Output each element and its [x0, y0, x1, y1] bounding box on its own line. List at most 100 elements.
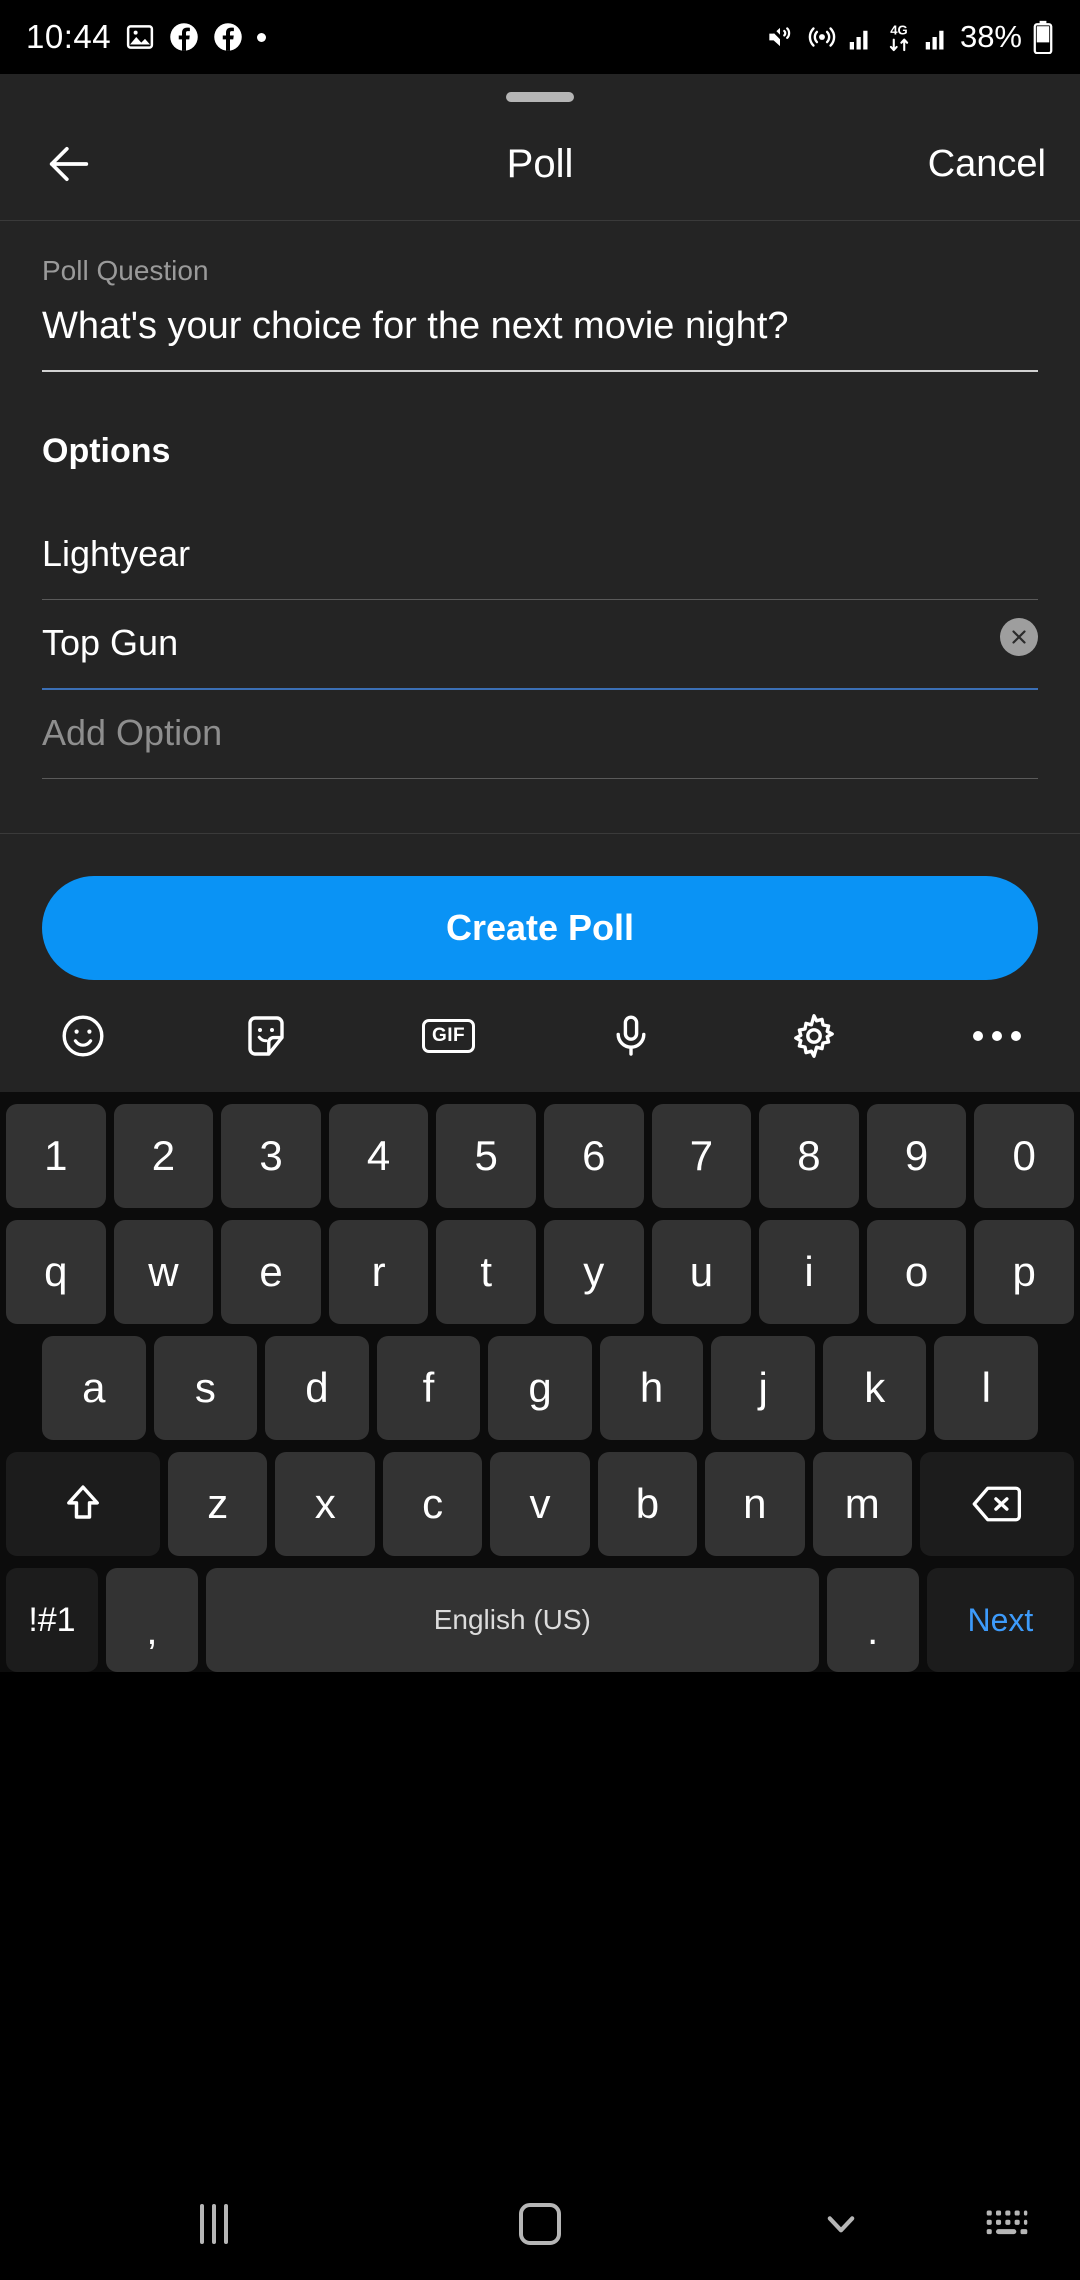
key-g[interactable]: g: [488, 1336, 592, 1440]
next-key[interactable]: Next: [926, 1568, 1075, 1672]
key-s[interactable]: s: [153, 1336, 258, 1440]
shift-key[interactable]: [6, 1452, 161, 1556]
poll-sheet: Poll Cancel Poll Question What's your ch…: [0, 74, 1080, 1672]
key-o[interactable]: o: [866, 1220, 967, 1324]
key-d[interactable]: d: [265, 1336, 369, 1440]
recents-button[interactable]: [200, 2204, 228, 2244]
page-title: Poll: [506, 141, 574, 186]
add-option-input[interactable]: Add Option: [42, 690, 1038, 778]
key-z[interactable]: z: [168, 1452, 268, 1556]
app-bar: Poll Cancel: [0, 108, 1080, 220]
key-9[interactable]: 9: [866, 1104, 967, 1208]
emoji-icon[interactable]: [46, 999, 120, 1073]
system-nav-bar: [0, 2168, 1080, 2280]
sticker-icon[interactable]: [229, 999, 303, 1073]
key-h[interactable]: h: [599, 1336, 704, 1440]
key-t[interactable]: t: [436, 1220, 536, 1324]
key-v[interactable]: v: [490, 1452, 590, 1556]
option-underline-3: [42, 778, 1038, 779]
keyboard-row-actions: !#1 , English (US) . Next: [6, 1568, 1075, 1672]
keyboard-switch-button[interactable]: [985, 2207, 1029, 2241]
backspace-icon: [972, 1486, 1021, 1522]
key-7[interactable]: 7: [651, 1104, 752, 1208]
key-r[interactable]: r: [328, 1220, 429, 1324]
vibrate-mute-icon: [764, 21, 796, 53]
key-p[interactable]: p: [974, 1220, 1074, 1324]
hotspot-icon: [806, 21, 838, 53]
gif-icon[interactable]: GIF: [412, 999, 486, 1073]
key-4[interactable]: 4: [328, 1104, 429, 1208]
recents-icon: [200, 2204, 228, 2244]
keyboard-toolbar: GIF: [0, 980, 1080, 1092]
network-4g-icon: 4G: [884, 20, 914, 54]
dot-icon: [257, 32, 267, 42]
key-2[interactable]: 2: [113, 1104, 214, 1208]
signal-bars-icon: [924, 22, 950, 52]
key-8[interactable]: 8: [759, 1104, 859, 1208]
dismiss-keyboard-button[interactable]: [820, 2203, 862, 2245]
key-b[interactable]: b: [597, 1452, 698, 1556]
option-input-1[interactable]: Lightyear: [42, 511, 1038, 599]
key-w[interactable]: w: [113, 1220, 214, 1324]
option-row: Add Option: [42, 690, 1038, 779]
form-spacer: [0, 779, 1080, 833]
virtual-keyboard: 1 2 3 4 5 6 7 8 9 0 q w e r t y u i o p …: [0, 1092, 1080, 1672]
key-j[interactable]: j: [711, 1336, 815, 1440]
poll-question-input[interactable]: What's your choice for the next movie ni…: [42, 287, 1038, 370]
key-y[interactable]: y: [544, 1220, 644, 1324]
keyboard-row-home: a s d f g h j k l: [6, 1336, 1074, 1440]
shift-icon: [67, 1485, 99, 1519]
key-6[interactable]: 6: [544, 1104, 644, 1208]
key-m[interactable]: m: [812, 1452, 912, 1556]
key-q[interactable]: q: [6, 1220, 106, 1324]
create-poll-button[interactable]: Create Poll: [42, 876, 1038, 980]
option-input-2[interactable]: Top Gun: [42, 600, 1038, 688]
status-bar-left: 10:44: [26, 18, 267, 56]
backspace-key[interactable]: [919, 1452, 1074, 1556]
home-icon: [519, 2203, 561, 2245]
clear-icon[interactable]: [1000, 618, 1038, 656]
key-n[interactable]: n: [705, 1452, 805, 1556]
more-icon[interactable]: [960, 999, 1034, 1073]
status-bar: 10:44 4G 38%: [0, 0, 1080, 74]
svg-text:4G: 4G: [890, 22, 907, 37]
phone-screen: 10:44 4G 38% Poll Cancel Poll Question W…: [0, 0, 1080, 2280]
key-x[interactable]: x: [275, 1452, 375, 1556]
key-e[interactable]: e: [221, 1220, 321, 1324]
key-3[interactable]: 3: [221, 1104, 321, 1208]
symbols-key[interactable]: !#1: [6, 1568, 98, 1672]
facebook-icon: [213, 22, 243, 52]
battery-icon: [1032, 20, 1054, 54]
keyboard-row-bottom: z x c v b n m: [6, 1452, 1074, 1556]
microphone-icon[interactable]: [594, 999, 668, 1073]
key-0[interactable]: 0: [974, 1104, 1074, 1208]
home-button[interactable]: [519, 2203, 561, 2245]
chevron-down-icon: [827, 2216, 855, 2233]
cancel-button[interactable]: Cancel: [928, 143, 1046, 186]
key-a[interactable]: a: [41, 1336, 146, 1440]
comma-key[interactable]: ,: [105, 1568, 198, 1672]
signal-bars-icon: [848, 22, 874, 52]
gif-label: GIF: [422, 1019, 476, 1053]
key-c[interactable]: c: [382, 1452, 483, 1556]
keyboard-row-top: q w e r t y u i o p: [6, 1220, 1074, 1324]
key-k[interactable]: k: [822, 1336, 927, 1440]
battery-percent: 38%: [959, 19, 1022, 54]
key-5[interactable]: 5: [436, 1104, 536, 1208]
key-f[interactable]: f: [376, 1336, 481, 1440]
key-i[interactable]: i: [759, 1220, 859, 1324]
key-u[interactable]: u: [651, 1220, 752, 1324]
key-1[interactable]: 1: [6, 1104, 106, 1208]
poll-form: Poll Question What's your choice for the…: [0, 221, 1080, 779]
keyboard-switch-icon: [986, 2210, 1028, 2235]
facebook-icon: [169, 22, 199, 52]
key-l[interactable]: l: [934, 1336, 1039, 1440]
drag-handle[interactable]: [506, 92, 574, 102]
space-key[interactable]: English (US): [205, 1568, 819, 1672]
options-heading: Options: [42, 432, 171, 470]
poll-question-label: Poll Question: [42, 255, 209, 286]
back-button[interactable]: [34, 129, 104, 199]
gear-icon[interactable]: [777, 999, 851, 1073]
keyboard-row-numbers: 1 2 3 4 5 6 7 8 9 0: [6, 1104, 1074, 1208]
period-key[interactable]: .: [826, 1568, 919, 1672]
